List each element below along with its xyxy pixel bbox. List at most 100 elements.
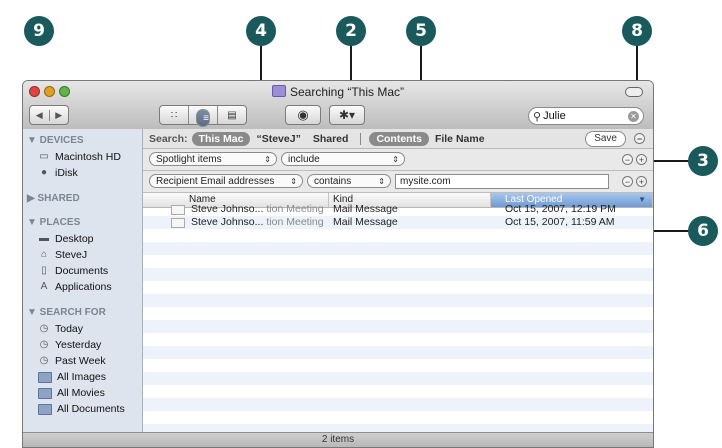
attribute-select[interactable]: Spotlight items ⇕ <box>149 152 277 166</box>
quick-look-button[interactable]: ◉ <box>285 105 321 125</box>
chevron-updown-icon: ⇕ <box>392 155 399 164</box>
remove-criteria-button[interactable]: − <box>622 154 633 165</box>
view-mode-buttons: ∷ ≡ ▥ ▤ <box>159 105 247 127</box>
sidebar-item-yesterday[interactable]: ◷ Yesterday <box>23 337 142 353</box>
gear-icon: ✱▾ <box>338 108 356 122</box>
value-field[interactable]: mysite.com <box>395 174 609 189</box>
desktop-icon: ▬ <box>39 233 49 244</box>
remove-criteria-button[interactable]: − <box>622 176 633 187</box>
sidebar-item-label: Documents <box>55 265 109 277</box>
toolbar-toggle-button[interactable] <box>625 87 643 97</box>
callout-9: 9 <box>24 16 54 46</box>
empty-row <box>143 398 653 411</box>
status-bar: 2 items <box>23 432 653 447</box>
home-icon: ⌂ <box>40 249 48 260</box>
sidebar-item-documents[interactable]: ▯ Documents <box>23 263 142 279</box>
add-criteria-button[interactable]: + <box>636 176 647 187</box>
callout-3: 3 <box>688 146 718 176</box>
document-icon: ▯ <box>41 265 47 276</box>
sidebar-header-search-for[interactable]: ▼ SEARCH FOR <box>23 305 142 321</box>
sidebar-item-today[interactable]: ◷ Today <box>23 321 142 337</box>
name-start: Steve Johnso... <box>191 216 264 228</box>
empty-row <box>143 307 653 320</box>
sidebar-item-all-movies[interactable]: All Movies <box>23 385 142 401</box>
criteria-row-2: Recipient Email addresses ⇕ contains ⇕ mys… <box>143 171 653 193</box>
operator-value: include <box>288 154 320 165</box>
sidebar-item-macintosh-hd[interactable]: ▭ Macintosh HD <box>23 149 142 165</box>
forward-icon[interactable]: ▶ <box>48 109 69 121</box>
operator-select[interactable]: include ⇕ <box>281 152 405 166</box>
name-end: tion Meeting <box>266 216 324 228</box>
icon-view-icon[interactable]: ∷ <box>160 106 188 124</box>
sidebar-item-past-week[interactable]: ◷ Past Week <box>23 353 142 369</box>
scope-shared[interactable]: Shared <box>313 133 349 145</box>
list-view-icon[interactable]: ≡ <box>196 109 210 127</box>
attribute-value: Spotlight items <box>156 154 222 165</box>
attribute-select[interactable]: Recipient Email addresses ⇕ <box>149 174 303 188</box>
sidebar-item-idisk[interactable]: ● iDisk <box>23 165 142 181</box>
empty-row <box>143 333 653 346</box>
sidebar-item-stevej[interactable]: ⌂ SteveJ <box>23 247 142 263</box>
scope-divider <box>360 132 362 145</box>
sidebar: ▼ DEVICES ▭ Macintosh HD ● iDisk ▶ SHARED … <box>23 129 143 433</box>
scope-stevej[interactable]: “SteveJ” <box>256 133 300 145</box>
empty-row <box>143 255 653 268</box>
action-button[interactable]: ✱▾ <box>329 105 365 125</box>
scope-contents[interactable]: Contents <box>369 131 429 146</box>
search-field[interactable]: ⚲ Julie ✕ <box>528 107 644 125</box>
cell-name: Steve Johnso... tion Meeting <box>143 203 329 216</box>
clear-search-icon[interactable]: ✕ <box>628 110 639 122</box>
sidebar-header-shared[interactable]: ▶ SHARED <box>23 191 142 207</box>
attribute-value: Recipient Email addresses <box>156 176 275 187</box>
back-icon[interactable]: ◀ <box>30 110 49 121</box>
callout-4: 4 <box>246 16 276 46</box>
remove-search-button[interactable]: − <box>634 133 645 144</box>
chevron-updown-icon: ⇕ <box>290 177 297 186</box>
sidebar-item-label: Today <box>55 323 84 335</box>
smart-folder-icon <box>38 371 52 383</box>
sidebar-item-label: Past Week <box>55 355 106 367</box>
empty-row <box>143 242 653 255</box>
save-search-button[interactable]: Save <box>585 131 626 147</box>
search-label: Search: <box>149 132 188 145</box>
sidebar-header-places[interactable]: ▼ PLACES <box>23 215 142 231</box>
sidebar-item-applications[interactable]: A Applications <box>23 279 142 295</box>
clock-icon: ◷ <box>39 323 49 334</box>
empty-row <box>143 268 653 281</box>
back-forward-buttons: ◀ ▶ <box>29 105 69 125</box>
idisk-icon: ● <box>40 167 48 178</box>
empty-row <box>143 281 653 294</box>
empty-row <box>143 372 653 385</box>
applications-icon: A <box>40 281 48 292</box>
callout-5: 5 <box>406 16 436 46</box>
scope-file-name[interactable]: File Name <box>435 133 485 145</box>
eye-icon: ◉ <box>297 107 309 122</box>
coverflow-view-icon[interactable]: ▤ <box>217 106 246 124</box>
table-row[interactable]: Steve Johnso... tion Meeting Mail Message… <box>143 203 653 216</box>
sidebar-header-devices[interactable]: ▼ DEVICES <box>23 133 142 149</box>
mail-icon <box>171 204 185 215</box>
empty-row <box>143 346 653 359</box>
sidebar-item-all-documents[interactable]: All Documents <box>23 401 142 417</box>
callout-2: 2 <box>336 16 366 46</box>
search-input[interactable]: Julie <box>543 110 628 122</box>
sidebar-item-label: Applications <box>55 281 112 293</box>
sidebar-item-desktop[interactable]: ▬ Desktop <box>23 231 142 247</box>
cell-last-opened: Oct 15, 2007, 11:59 AM <box>505 216 615 228</box>
scope-this-mac[interactable]: This Mac <box>191 131 251 146</box>
sidebar-item-all-images[interactable]: All Images <box>23 369 142 385</box>
search-icon: ⚲ <box>533 110 542 123</box>
add-criteria-button[interactable]: + <box>636 154 647 165</box>
sidebar-item-label: SteveJ <box>55 249 88 261</box>
cell-last-opened: Oct 15, 2007, 12:19 PM <box>505 203 616 215</box>
smart-folder-icon <box>38 387 52 399</box>
mail-icon <box>171 217 185 228</box>
cell-name: Steve Johnso... tion Meeting <box>143 216 329 229</box>
operator-select[interactable]: contains ⇕ <box>307 174 391 188</box>
search-results-pane: Search: This Mac “SteveJ” Shared Content… <box>143 129 653 437</box>
clock-icon: ◷ <box>39 355 49 366</box>
finder-window: Searching “This Mac” ◀ ▶ ∷ ≡ ▥ ▤ ◉ ✱▾ ⚲ … <box>22 80 654 448</box>
table-row[interactable]: Steve Johnso... tion Meeting Mail Message… <box>143 216 653 229</box>
hard-drive-icon: ▭ <box>39 151 49 162</box>
callout-6: 6 <box>688 216 718 246</box>
